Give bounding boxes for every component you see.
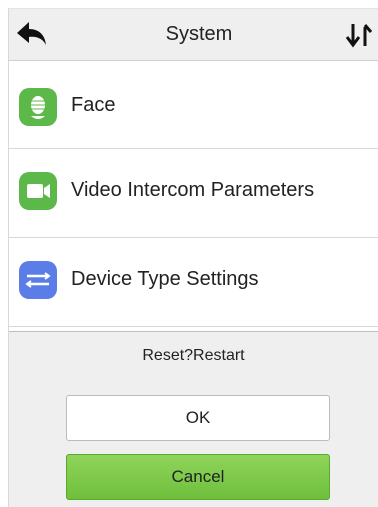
menu-item-label: Face — [71, 94, 116, 116]
app-frame: System Face Video Intercom Parameters De… — [8, 8, 378, 507]
device-type-icon — [19, 261, 57, 299]
sort-button[interactable] — [344, 21, 374, 49]
confirm-dialog: Reset?Restart OK Cancel — [9, 331, 378, 507]
screen: System Face Video Intercom Parameters De… — [0, 0, 378, 507]
back-arrow-icon — [17, 22, 46, 45]
menu-item-device-type[interactable]: Device Type Settings — [9, 238, 378, 327]
dialog-title: Reset?Restart — [142, 347, 245, 364]
menu-item-face[interactable]: Face — [9, 61, 378, 149]
cancel-button[interactable]: Cancel — [66, 454, 330, 500]
sort-arrows-icon — [345, 24, 373, 48]
back-button[interactable] — [15, 19, 49, 49]
page-title: System — [165, 23, 233, 45]
menu-item-video-intercom[interactable]: Video Intercom Parameters — [9, 149, 378, 238]
menu-item-label: Video Intercom Parameters — [71, 179, 315, 201]
video-camera-icon — [19, 172, 57, 210]
menu-list: Face Video Intercom Parameters Device Ty… — [9, 61, 378, 327]
menu-item-label: Device Type Settings — [71, 268, 259, 290]
title-bar: System — [9, 9, 378, 61]
ok-button[interactable]: OK — [66, 395, 330, 441]
face-icon — [19, 88, 57, 126]
